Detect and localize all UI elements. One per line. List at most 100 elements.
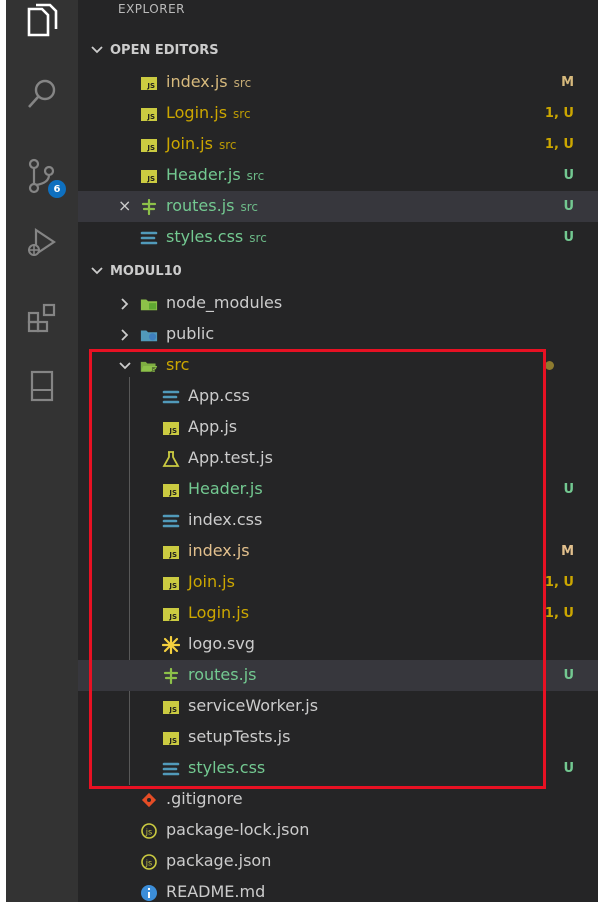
tree-file-item[interactable]: index.css bbox=[78, 505, 598, 536]
tree-file-item[interactable]: App.css bbox=[78, 381, 598, 412]
source-control-icon[interactable]: 6 bbox=[6, 148, 78, 204]
css-icon-glyph bbox=[162, 390, 180, 404]
node-modules-folder-icon-glyph bbox=[140, 299, 158, 311]
file-name-wrap: public bbox=[166, 324, 214, 344]
file-name-wrap: node_modules bbox=[166, 293, 282, 313]
git-icon bbox=[140, 791, 158, 809]
js-file-icon: JS bbox=[162, 605, 180, 623]
scm-badge: 6 bbox=[48, 180, 66, 198]
css-icon bbox=[162, 512, 180, 530]
svg-file-icon-glyph bbox=[162, 636, 180, 654]
close-editor-icon[interactable]: × bbox=[118, 196, 131, 215]
npm-icon: js bbox=[140, 822, 158, 840]
file-name-wrap: serviceWorker.js bbox=[188, 696, 318, 716]
css-icon-glyph bbox=[162, 762, 180, 776]
git-status-badge: M bbox=[561, 75, 574, 90]
file-name: package.json bbox=[166, 851, 272, 870]
run-debug-icon[interactable] bbox=[6, 214, 78, 270]
folder-item-src[interactable]: JS src bbox=[78, 350, 598, 381]
git-status-badge: 1, U bbox=[544, 606, 574, 621]
file-name-wrap: index.js bbox=[188, 541, 250, 561]
file-name: README.md bbox=[166, 882, 266, 901]
tree-file-item[interactable]: JS serviceWorker.js bbox=[78, 691, 598, 722]
routes-icon-glyph bbox=[163, 667, 179, 685]
tree-file-item[interactable]: README.md bbox=[78, 877, 598, 902]
js-file-icon: JS bbox=[140, 105, 158, 123]
test-flask-icon bbox=[162, 450, 180, 468]
open-editor-item[interactable]: styles.css src U bbox=[78, 222, 598, 253]
project-label: MODUL10 bbox=[110, 263, 182, 279]
file-name: index.js bbox=[166, 72, 228, 91]
file-name-wrap: Join.js src bbox=[166, 134, 237, 155]
folder-item[interactable]: public bbox=[78, 319, 598, 350]
tree-file-item[interactable]: js package-lock.json bbox=[78, 815, 598, 846]
chevron-down-icon bbox=[91, 267, 103, 275]
file-name: public bbox=[166, 324, 215, 343]
chevron-down-icon[interactable] bbox=[118, 360, 132, 372]
js-file-icon: JS bbox=[162, 481, 180, 499]
open-editor-item[interactable]: × routes.js src U bbox=[78, 191, 598, 222]
open-editors-header[interactable]: OPEN EDITORS bbox=[78, 36, 598, 64]
tree-file-item[interactable]: App.test.js bbox=[78, 443, 598, 474]
file-name-wrap: .gitignore bbox=[166, 789, 243, 809]
project-header[interactable]: MODUL10 bbox=[78, 257, 598, 285]
file-name-wrap: index.js src bbox=[166, 72, 251, 93]
file-name: index.js bbox=[188, 541, 250, 560]
test-flask-icon-glyph bbox=[162, 451, 180, 467]
file-name: Login.js bbox=[166, 103, 228, 122]
tree-file-item[interactable]: JS Header.js U bbox=[78, 474, 598, 505]
js-file-icon: JS bbox=[162, 543, 180, 561]
file-name-wrap: Login.js src bbox=[166, 103, 251, 124]
git-status-badge: U bbox=[563, 199, 574, 214]
git-status-badge: U bbox=[563, 761, 574, 776]
folder-item[interactable]: node_modules bbox=[78, 288, 598, 319]
tree-file-item[interactable]: JS Join.js 1, U bbox=[78, 567, 598, 598]
file-name: src bbox=[166, 355, 190, 374]
tree-file-item[interactable]: js package.json bbox=[78, 846, 598, 877]
file-name: Header.js bbox=[166, 165, 241, 184]
tree-file-item[interactable]: JS Login.js 1, U bbox=[78, 598, 598, 629]
file-name-wrap: routes.js src bbox=[166, 196, 258, 217]
git-status-badge: 1, U bbox=[544, 137, 574, 152]
svg-text:js: js bbox=[145, 828, 152, 837]
info-icon-glyph bbox=[141, 885, 157, 901]
vscode-window: 6 EXPLORER OPEN EDITORS MODUL10 JS index… bbox=[6, 0, 598, 902]
open-editor-item[interactable]: JS Join.js src 1, U bbox=[78, 129, 598, 160]
file-name-wrap: src bbox=[166, 355, 189, 375]
css-icon-glyph bbox=[162, 514, 180, 528]
search-icon[interactable] bbox=[6, 66, 78, 122]
routes-icon bbox=[162, 667, 180, 685]
file-name-wrap: Login.js bbox=[188, 603, 249, 623]
file-name-wrap: App.css bbox=[188, 386, 250, 406]
open-editor-item[interactable]: JS index.js src M bbox=[78, 67, 598, 98]
open-editor-item[interactable]: JS Login.js src 1, U bbox=[78, 98, 598, 129]
public-folder-icon bbox=[140, 326, 158, 344]
chevron-down-icon bbox=[91, 46, 103, 54]
src-folder-open-icon-glyph: JS bbox=[140, 361, 158, 373]
file-name: styles.css bbox=[188, 758, 266, 777]
tree-file-item[interactable]: .gitignore bbox=[78, 784, 598, 815]
file-name: .gitignore bbox=[166, 789, 243, 808]
git-status-badge: 1, U bbox=[544, 106, 574, 121]
file-name-wrap: styles.css bbox=[188, 758, 265, 778]
tree-file-item[interactable]: JS App.js bbox=[78, 412, 598, 443]
css-icon bbox=[162, 760, 180, 778]
tree-file-item[interactable]: routes.js U bbox=[78, 660, 598, 691]
remote-explorer-icon[interactable] bbox=[6, 358, 78, 414]
tree-file-item[interactable]: JS index.js M bbox=[78, 536, 598, 567]
file-description: src bbox=[233, 107, 251, 121]
file-name: logo.svg bbox=[188, 634, 255, 653]
js-file-icon: JS bbox=[140, 74, 158, 92]
extensions-icon[interactable] bbox=[6, 290, 78, 346]
tree-file-item[interactable]: styles.css U bbox=[78, 753, 598, 784]
git-status-badge: U bbox=[563, 230, 574, 245]
chevron-right-icon[interactable] bbox=[118, 329, 132, 341]
chevron-right-icon[interactable] bbox=[118, 298, 132, 310]
file-description: src bbox=[249, 231, 267, 245]
file-name: index.css bbox=[188, 510, 263, 529]
tree-file-item[interactable]: logo.svg bbox=[78, 629, 598, 660]
open-editor-item[interactable]: JS Header.js src U bbox=[78, 160, 598, 191]
tree-file-item[interactable]: JS setupTests.js bbox=[78, 722, 598, 753]
explorer-icon[interactable] bbox=[6, 0, 78, 48]
file-name-wrap: README.md bbox=[166, 882, 265, 902]
